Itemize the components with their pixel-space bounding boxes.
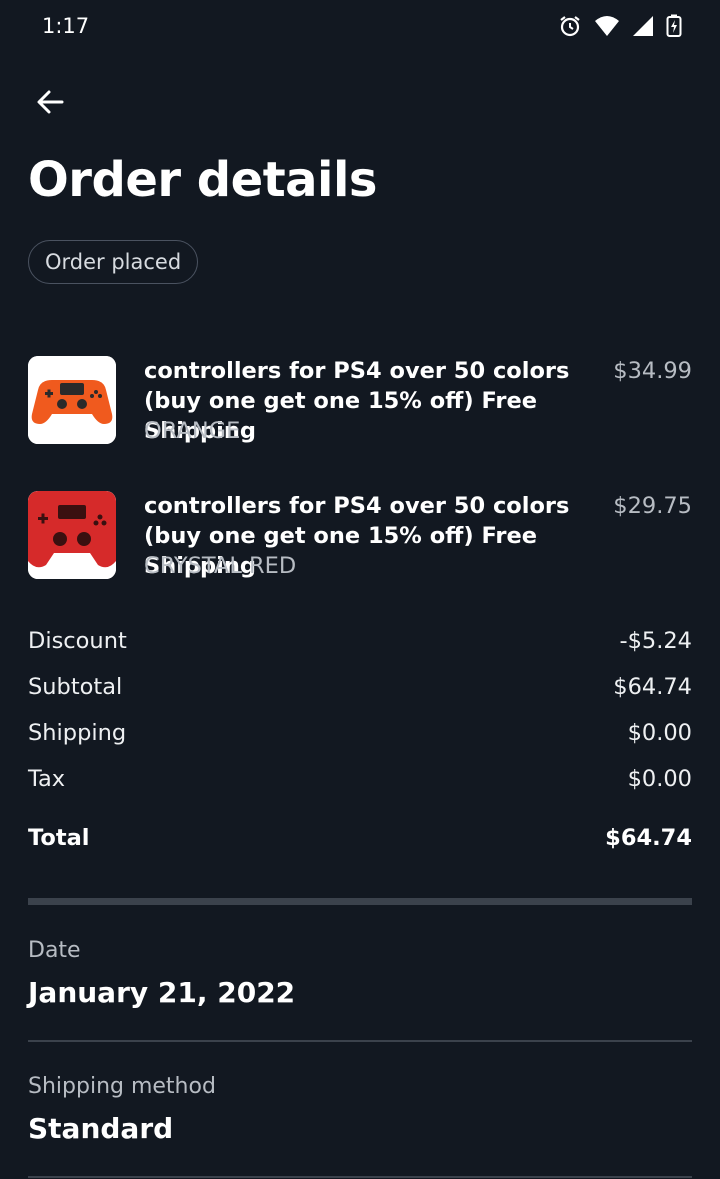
total-label: Total	[28, 825, 90, 851]
date-label: Date	[28, 938, 81, 963]
page-title: Order details	[28, 152, 378, 208]
total-value: $64.74	[605, 825, 692, 851]
battery-charging-icon	[666, 14, 682, 38]
shipping-method-label: Shipping method	[28, 1074, 216, 1099]
alarm-icon	[558, 14, 582, 38]
item-variant: ORANGE	[144, 418, 241, 444]
order-item[interactable]: controllers for PS4 over 50 colors (buy …	[28, 356, 692, 456]
status-time: 1:17	[42, 14, 90, 38]
arrow-left-icon	[34, 86, 66, 122]
date-value: January 21, 2022	[28, 976, 296, 1009]
item-variant: CRYSTAL RED	[144, 553, 297, 579]
discount-value: -$5.24	[619, 628, 692, 654]
item-price: $29.75	[613, 493, 692, 519]
status-bar: 1:17	[0, 0, 720, 54]
gamepad-image	[28, 356, 116, 444]
product-thumbnail	[28, 491, 116, 579]
shipping-method-value: Standard	[28, 1112, 174, 1145]
status-icons	[558, 14, 682, 38]
divider	[28, 1176, 692, 1178]
discount-label: Discount	[28, 628, 127, 654]
tax-value: $0.00	[627, 766, 692, 792]
product-thumbnail	[28, 356, 116, 444]
divider	[28, 1040, 692, 1042]
section-divider	[28, 898, 692, 905]
order-item[interactable]: controllers for PS4 over 50 colors (buy …	[28, 491, 692, 591]
tax-label: Tax	[28, 766, 66, 792]
back-button[interactable]	[30, 84, 70, 124]
order-status-chip: Order placed	[28, 240, 199, 284]
shipping-label: Shipping	[28, 720, 127, 746]
signal-icon	[632, 15, 654, 37]
wifi-icon	[594, 15, 620, 37]
shipping-value: $0.00	[627, 720, 692, 746]
item-price: $34.99	[613, 358, 692, 384]
subtotal-label: Subtotal	[28, 674, 123, 700]
subtotal-value: $64.74	[613, 674, 692, 700]
gamepad-image	[28, 491, 116, 579]
